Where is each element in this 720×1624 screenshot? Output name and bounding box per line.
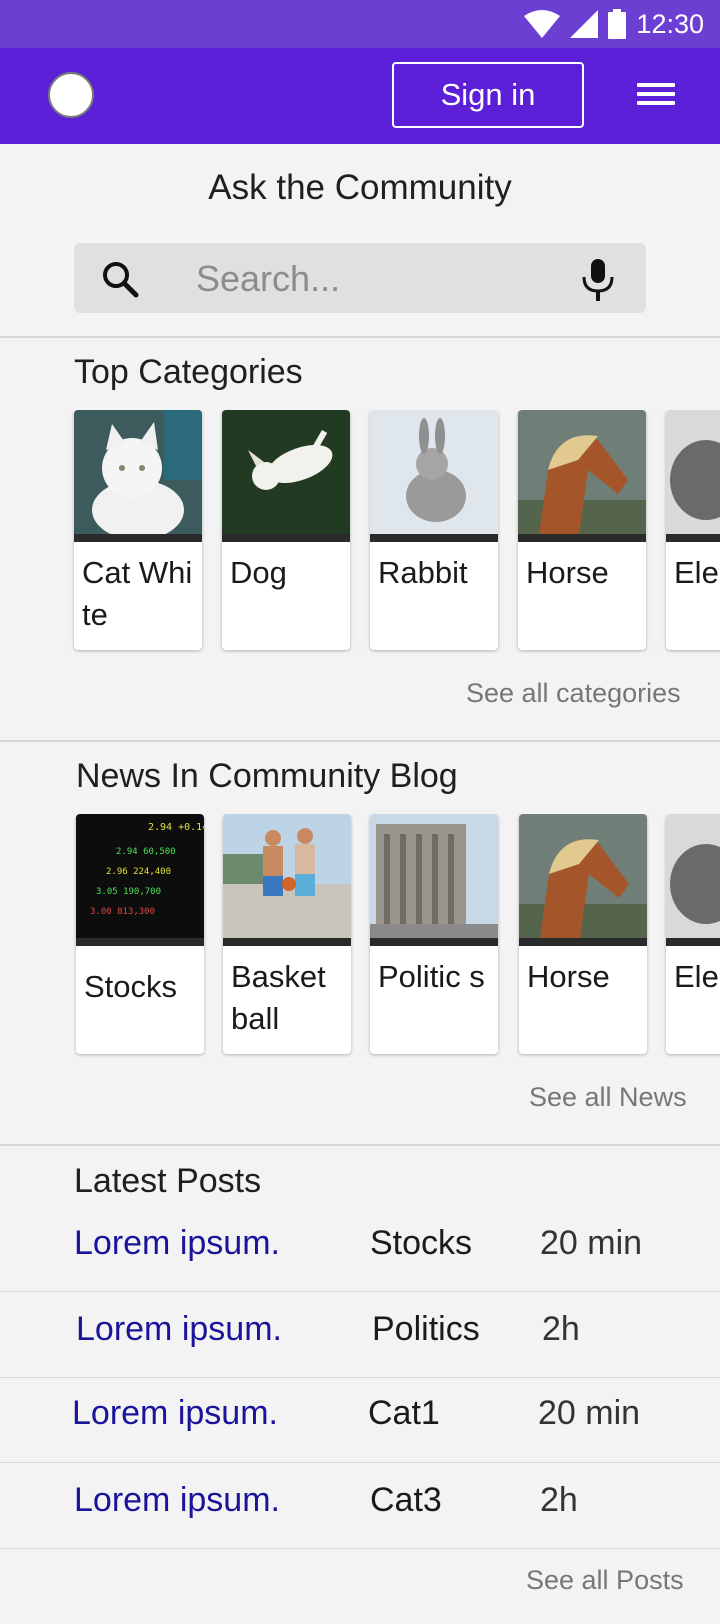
post-row[interactable]: Lorem ipsum. Politics 2h [0, 1292, 720, 1376]
cell-signal-icon [570, 10, 599, 38]
top-categories-title: Top Categories [74, 353, 303, 391]
news-label: Politic s [378, 959, 485, 994]
news-card-politics[interactable]: Politic s [370, 814, 498, 1054]
news-label: Horse [527, 959, 610, 994]
divider [0, 336, 720, 338]
category-label: Dog [230, 555, 287, 590]
status-icons: 12:30 [524, 8, 704, 40]
search-icon[interactable] [100, 259, 140, 299]
news-title: News In Community Blog [76, 757, 458, 795]
politics-photo-icon [370, 814, 498, 946]
rabbit-photo-icon [370, 410, 498, 542]
see-all-posts-link[interactable]: See all Posts [526, 1565, 684, 1596]
post-row[interactable]: Lorem ipsum. Stocks 20 min [0, 1206, 720, 1290]
category-card-dog[interactable]: Dog [222, 410, 350, 650]
cat-photo-icon [74, 410, 202, 542]
sign-in-button[interactable]: Sign in [392, 62, 584, 128]
logo-icon[interactable] [48, 72, 94, 118]
news-card-basketball[interactable]: Basket ball [223, 814, 351, 1054]
divider [0, 1144, 720, 1146]
dog-photo-icon [222, 410, 350, 542]
news-card-elephant[interactable]: Ele [666, 814, 720, 1054]
post-category: Cat1 [368, 1394, 440, 1432]
top-categories-carousel[interactable]: Cat White Dog Rabbit Horse Ele [0, 410, 720, 654]
post-row[interactable]: Lorem ipsum. Cat1 20 min [0, 1376, 720, 1460]
svg-text:2.94 +0.14: 2.94 +0.14 [148, 822, 204, 833]
category-card-rabbit[interactable]: Rabbit [370, 410, 498, 650]
news-label: Basket ball [231, 959, 326, 1036]
post-category: Politics [372, 1310, 480, 1348]
search-input[interactable] [194, 253, 558, 305]
category-label: Horse [526, 555, 609, 590]
post-time: 2h [540, 1481, 578, 1519]
news-card-stocks[interactable]: 2.94 +0.14 2.94 60,500 2.96 224,400 3.05… [76, 814, 204, 1054]
category-label: Elep [674, 555, 720, 590]
page-title: Ask the Community [208, 168, 512, 207]
news-label: Stocks [84, 969, 178, 1004]
post-time: 20 min [538, 1394, 641, 1432]
see-all-news-link[interactable]: See all News [529, 1082, 687, 1113]
category-label: Cat White [82, 555, 193, 632]
svg-text:3.05 190,700: 3.05 190,700 [96, 887, 161, 897]
post-category: Cat3 [370, 1481, 442, 1519]
wifi-icon [524, 10, 561, 38]
news-card-horse[interactable]: Horse [519, 814, 647, 1054]
category-card-horse[interactable]: Horse [518, 410, 646, 650]
divider [0, 1548, 720, 1549]
elephant-photo-icon [666, 410, 720, 542]
post-time: 20 min [540, 1224, 643, 1262]
basketball-photo-icon [223, 814, 351, 946]
post-category: Stocks [370, 1224, 473, 1262]
category-card-cat[interactable]: Cat White [74, 410, 202, 650]
post-row[interactable]: Lorem ipsum. Cat3 2h [0, 1463, 720, 1547]
hamburger-menu-icon[interactable] [634, 78, 678, 114]
category-card-elephant[interactable]: Elep [666, 410, 720, 650]
app-bar: Sign in [0, 48, 720, 144]
status-time: 12:30 [636, 8, 704, 39]
svg-text:2.94 60,500: 2.94 60,500 [116, 847, 176, 857]
status-bar: 12:30 [0, 0, 720, 48]
post-title-link[interactable]: Lorem ipsum. [72, 1394, 278, 1433]
battery-icon [608, 9, 627, 39]
news-carousel[interactable]: 2.94 +0.14 2.94 60,500 2.96 224,400 3.05… [0, 814, 720, 1058]
post-title-link[interactable]: Lorem ipsum. [74, 1224, 280, 1263]
latest-posts-title: Latest Posts [74, 1162, 262, 1200]
svg-text:3.00 813,300: 3.00 813,300 [90, 907, 155, 917]
news-label: Ele [674, 959, 719, 994]
see-all-categories-link[interactable]: See all categories [466, 678, 681, 709]
post-title-link[interactable]: Lorem ipsum. [76, 1310, 282, 1349]
post-title-link[interactable]: Lorem ipsum. [74, 1481, 280, 1520]
post-time: 2h [542, 1310, 580, 1348]
divider [0, 740, 720, 742]
elephant-photo-icon [666, 814, 720, 946]
microphone-icon[interactable] [580, 259, 616, 301]
svg-text:2.96 224,400: 2.96 224,400 [106, 867, 171, 877]
category-label: Rabbit [378, 555, 468, 590]
horse-photo-icon [519, 814, 647, 946]
search-bar [74, 243, 646, 313]
horse-photo-icon [518, 410, 646, 542]
stocks-photo-icon: 2.94 +0.14 2.94 60,500 2.96 224,400 3.05… [76, 814, 204, 946]
